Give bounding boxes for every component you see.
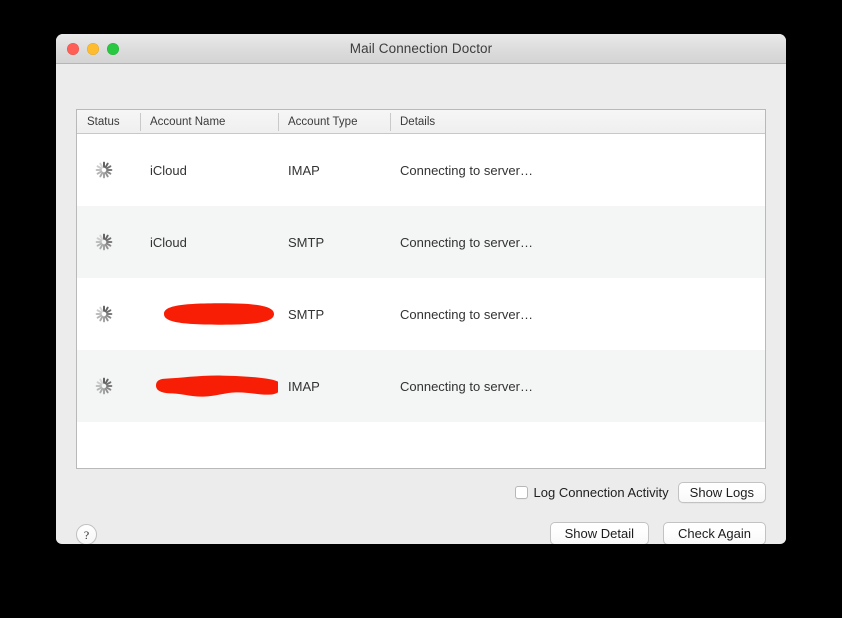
cell-account-name: iCloud: [140, 134, 278, 206]
cell-account-type: SMTP: [278, 278, 390, 350]
details-text: Connecting to server…: [400, 378, 533, 394]
spinner-icon: [95, 305, 113, 323]
cell-account-name: iCloud: [140, 206, 278, 278]
account-type-text: SMTP: [288, 306, 325, 322]
traffic-light-group: [67, 34, 119, 64]
column-header-details[interactable]: Details: [390, 110, 765, 134]
log-connection-activity-label: Log Connection Activity: [533, 485, 669, 500]
cell-account-type: IMAP: [278, 350, 390, 422]
column-header-account-type[interactable]: Account Type: [278, 110, 390, 134]
table-row[interactable]: iCloud SMTP Connecting to server…: [77, 206, 765, 278]
account-type-text: IMAP: [288, 162, 320, 178]
table-header-row: Status Account Name Account Type Details: [77, 110, 765, 134]
account-name-text: iCloud: [150, 162, 187, 178]
spinner-icon: [95, 377, 113, 395]
cell-status: [77, 134, 140, 206]
spinner-icon: [95, 161, 113, 179]
cell-account-name: [140, 350, 278, 422]
account-type-text: IMAP: [288, 378, 320, 394]
redacted-account-name: [148, 299, 278, 329]
cell-account-type: SMTP: [278, 206, 390, 278]
cell-account-name: [140, 278, 278, 350]
table-row[interactable]: SMTP Connecting to server…: [77, 278, 765, 350]
table-body: iCloud IMAP Connecting to server… iCloud SMT…: [77, 134, 765, 468]
account-type-text: SMTP: [288, 234, 325, 250]
account-name-text: iCloud: [150, 234, 187, 250]
help-button[interactable]: ?: [76, 524, 97, 544]
log-activity-row: Log Connection Activity Show Logs: [514, 482, 766, 503]
cell-details: Connecting to server…: [390, 134, 765, 206]
action-button-row: Show Detail Check Again: [549, 522, 766, 544]
details-text: Connecting to server…: [400, 234, 533, 250]
cell-status: [77, 350, 140, 422]
mail-connection-doctor-window: Mail Connection Doctor Status Account Na…: [56, 34, 786, 544]
spinner-icon: [95, 233, 113, 251]
table-row[interactable]: IMAP Connecting to server…: [77, 350, 765, 422]
cell-details: Connecting to server…: [390, 350, 765, 422]
log-connection-activity-checkbox[interactable]: Log Connection Activity: [514, 485, 669, 500]
connection-status-table: Status Account Name Account Type Details…: [76, 109, 766, 469]
details-text: Connecting to server…: [400, 306, 533, 322]
cell-status: [77, 278, 140, 350]
check-again-button[interactable]: Check Again: [663, 522, 766, 544]
redacted-account-name: [148, 369, 278, 403]
show-logs-button[interactable]: Show Logs: [677, 482, 766, 503]
details-text: Connecting to server…: [400, 162, 533, 178]
show-detail-button[interactable]: Show Detail: [549, 522, 649, 544]
close-window-icon[interactable]: [67, 43, 79, 55]
checkbox-box-icon[interactable]: [514, 486, 528, 499]
cell-status: [77, 206, 140, 278]
window-body: Status Account Name Account Type Details…: [56, 64, 786, 544]
cell-details: Connecting to server…: [390, 278, 765, 350]
column-header-account-name[interactable]: Account Name: [140, 110, 278, 134]
zoom-window-icon[interactable]: [107, 43, 119, 55]
window-titlebar[interactable]: Mail Connection Doctor: [56, 34, 786, 64]
minimize-window-icon[interactable]: [87, 43, 99, 55]
cell-details: Connecting to server…: [390, 206, 765, 278]
table-row[interactable]: iCloud IMAP Connecting to server…: [77, 134, 765, 206]
table-empty-row: [77, 422, 765, 468]
column-header-status[interactable]: Status: [77, 110, 140, 134]
window-title: Mail Connection Doctor: [349, 41, 493, 56]
cell-account-type: IMAP: [278, 134, 390, 206]
